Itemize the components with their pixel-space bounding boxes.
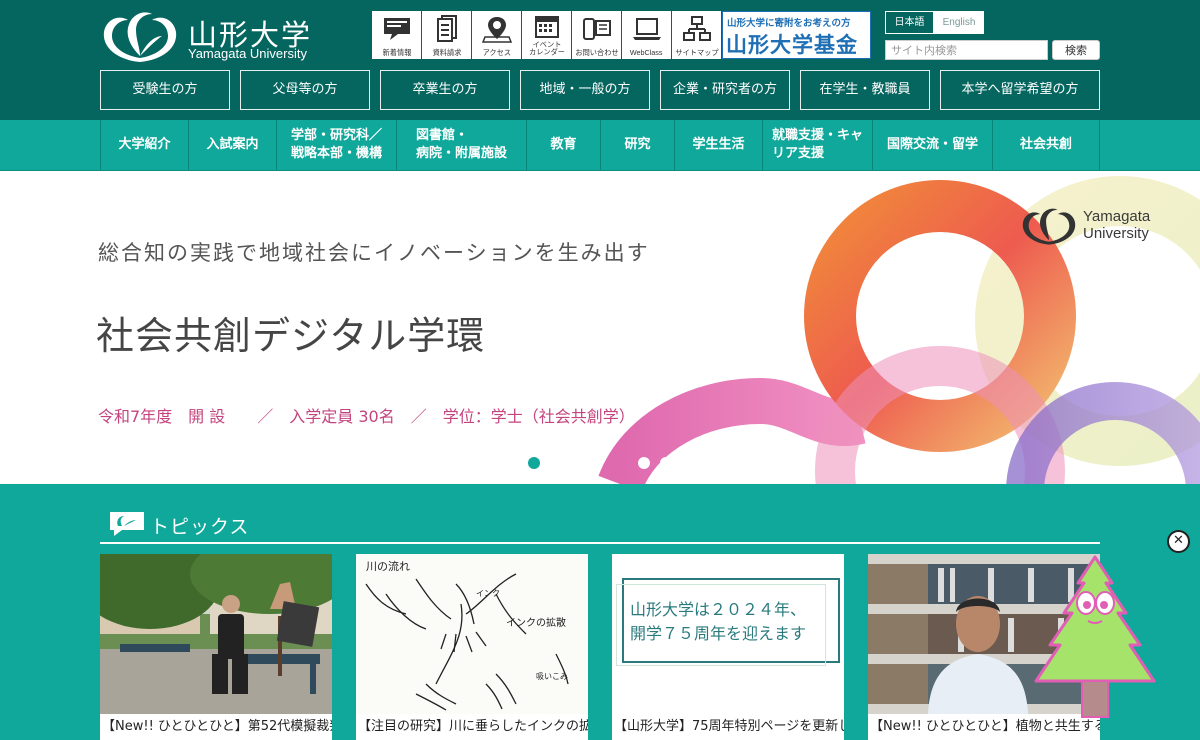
topics-section: トピックス 【New!! ひとひとひと】第52代模擬裁 川の流れ インク インク… xyxy=(0,484,1200,740)
contact-label: お問い合わせ xyxy=(574,48,619,57)
site-search-button[interactable]: 検索 xyxy=(1052,40,1100,60)
language-japanese-button[interactable]: 日本語 xyxy=(885,11,934,34)
gnav-faculties[interactable]: 学部・研究科／ 戦略本部・機構 xyxy=(276,120,396,170)
gnav-career-label: 就職支援・キャ リア支援 xyxy=(771,128,863,161)
gnav-library-hospital-label: 図書館・ 病院・附属施設 xyxy=(415,128,507,161)
news-button[interactable]: 新着情報 xyxy=(372,11,421,59)
sketch-ink-label: インク xyxy=(476,589,500,598)
audience-international-students[interactable]: 本学へ留学希望の方 xyxy=(940,70,1100,110)
gnav-student-life-label: 学生生活 xyxy=(692,137,745,152)
gnav-about-label: 大学紹介 xyxy=(118,137,171,152)
hero-info: 令和7年度 開 設 ／ 入学定員 30名 ／ 学位：学士（社会共創学） xyxy=(98,407,635,426)
fund-banner-title: 山形大学基金 xyxy=(726,33,858,57)
audience-nav: 受験生の方 父母等の方 卒業生の方 地域・一般の方 企業・研究者の方 在学生・教… xyxy=(100,70,1100,110)
topic-card-1-caption: 【New!! ひとひとひと】第52代模擬裁判実行委員会 xyxy=(102,719,332,734)
sketch-river-label: 川の流れ xyxy=(366,559,410,573)
webclass-label: WebClass xyxy=(630,48,663,57)
topic-card-3-photo: 山形大学は２０２４年、 開学７５周年を迎えます xyxy=(612,554,844,714)
hero-univ-line1: Yamagata xyxy=(1083,208,1151,225)
gnav-co-creation[interactable]: 社会共創 xyxy=(992,120,1100,170)
brochure-label: 資料請求 xyxy=(432,48,461,57)
event-calendar-label: イベント カレンダー xyxy=(528,40,565,57)
university-logo-icon xyxy=(103,12,177,62)
site-search-input[interactable] xyxy=(885,40,1048,60)
slider-dot-1[interactable] xyxy=(528,457,540,469)
gnav-admissions-label: 入試案内 xyxy=(206,137,259,152)
brochure-request-button[interactable]: 資料請求 xyxy=(422,11,471,59)
topics-header: トピックス xyxy=(100,506,1100,544)
sketch-spread-label: インクの拡散 xyxy=(506,616,566,629)
topic-card-2-photo: 川の流れ インク インクの拡散 吸いこみ xyxy=(356,554,588,714)
topics-chat-icon xyxy=(110,512,144,536)
sitemap-label: サイトマップ xyxy=(674,48,719,57)
gnav-international-label: 国際交流・留学 xyxy=(886,137,978,152)
audience-students-staff[interactable]: 在学生・教職員 xyxy=(800,70,930,110)
hero-subtitle: 総合知の実践で地域社会にイノベーションを生み出す xyxy=(98,241,650,265)
anniversary-line-2: 開学７５周年を迎えます xyxy=(630,624,807,643)
audience-parents[interactable]: 父母等の方 xyxy=(240,70,370,110)
gnav-faculties-label: 学部・研究科／ 戦略本部・機構 xyxy=(290,128,382,161)
tree-mascot-icon xyxy=(1034,555,1156,718)
calendar-icon xyxy=(535,16,559,38)
gnav-education-label: 教育 xyxy=(550,137,577,152)
sitemap-icon xyxy=(683,16,711,41)
slider-dot-3[interactable] xyxy=(660,457,672,469)
gnav-library-hospital[interactable]: 図書館・ 病院・附属施設 xyxy=(396,120,526,170)
topic-card-3[interactable]: 山形大学は２０２４年、 開学７５周年を迎えます 【山形大学】75周年特別ページを… xyxy=(612,554,844,740)
news-label: 新着情報 xyxy=(382,48,411,57)
slider-dot-2[interactable] xyxy=(638,457,650,469)
topic-card-1[interactable]: 【New!! ひとひとひと】第52代模擬裁判実行委員会 xyxy=(100,554,332,740)
gnav-international[interactable]: 国際交流・留学 xyxy=(872,120,992,170)
access-button[interactable]: アクセス xyxy=(472,11,521,59)
close-mascot-button[interactable]: ✕ xyxy=(1167,530,1190,553)
sitemap-button[interactable]: サイトマップ xyxy=(672,11,721,59)
gnav-career[interactable]: 就職支援・キャ リア支援 xyxy=(762,120,872,170)
audience-companies-researchers[interactable]: 企業・研究者の方 xyxy=(660,70,790,110)
hero-title: 社会共創デジタル学環 xyxy=(96,314,486,358)
contact-button[interactable]: お問い合わせ xyxy=(572,11,621,59)
language-english-button[interactable]: English xyxy=(934,11,984,34)
event-calendar-button[interactable]: イベント カレンダー xyxy=(522,11,571,59)
topic-card-3-caption: 【山形大学】75周年特別ページを更新しました xyxy=(614,719,844,734)
fund-banner-caption: 山形大学に寄附をお考えの方 xyxy=(727,18,851,29)
gnav-research[interactable]: 研究 xyxy=(600,120,674,170)
global-nav: 大学紹介 入試案内 学部・研究科／ 戦略本部・機構 図書館・ 病院・附属施設 教… xyxy=(0,120,1200,171)
sketch-water-label: 吸いこみ xyxy=(536,672,568,681)
gnav-research-label: 研究 xyxy=(624,137,651,152)
topic-card-1-photo xyxy=(100,554,332,714)
anniversary-line-1: 山形大学は２０２４年、 xyxy=(630,600,807,619)
gnav-admissions[interactable]: 入試案内 xyxy=(188,120,276,170)
utility-nav: 新着情報 資料請求 アクセス イベント カレンダー お問い合わせ WebClas… xyxy=(372,11,722,59)
documents-icon xyxy=(437,15,457,42)
gnav-education[interactable]: 教育 xyxy=(526,120,600,170)
audience-alumni[interactable]: 卒業生の方 xyxy=(380,70,510,110)
gnav-co-creation-label: 社会共創 xyxy=(1019,137,1072,152)
webclass-button[interactable]: WebClass xyxy=(622,11,671,59)
site-logo[interactable]: 山形大学 Yamagata University xyxy=(100,6,315,64)
hero-university-logo-icon xyxy=(1022,208,1076,245)
audience-prospective-students[interactable]: 受験生の方 xyxy=(100,70,230,110)
map-pin-icon xyxy=(482,17,512,43)
university-fund-banner[interactable]: 山形大学に寄附をお考えの方 山形大学基金 xyxy=(722,11,871,59)
topics-title: トピックス xyxy=(150,516,250,538)
hero-slider[interactable]: 総合知の実践で地域社会にイノベーションを生み出す 社会共創デジタル学環 令和7年… xyxy=(0,171,1200,484)
logo-text-en: Yamagata University xyxy=(188,46,307,61)
hero-university-name: Yamagata University xyxy=(1083,208,1150,242)
gnav-about[interactable]: 大学紹介 xyxy=(100,120,188,170)
topic-card-2[interactable]: 川の流れ インク インクの拡散 吸いこみ 【注目の研究】川に垂らしたインクの拡散 xyxy=(356,554,588,740)
laptop-icon xyxy=(633,18,661,40)
hero-univ-line2: University xyxy=(1083,225,1149,242)
audience-community[interactable]: 地域・一般の方 xyxy=(520,70,650,110)
ink-diffusion-sketch-image: 川の流れ インク インクの拡散 吸いこみ xyxy=(356,554,588,714)
site-header: 山形大学 Yamagata University 新着情報 資料請求 アクセス … xyxy=(0,0,1200,120)
campus-bench-photo-image xyxy=(100,554,332,714)
gnav-student-life[interactable]: 学生生活 xyxy=(674,120,762,170)
access-label: アクセス xyxy=(482,48,511,57)
topic-card-2-caption: 【注目の研究】川に垂らしたインクの拡散 xyxy=(358,719,588,734)
news-monitor-icon xyxy=(384,18,410,40)
contact-icon xyxy=(583,18,611,40)
